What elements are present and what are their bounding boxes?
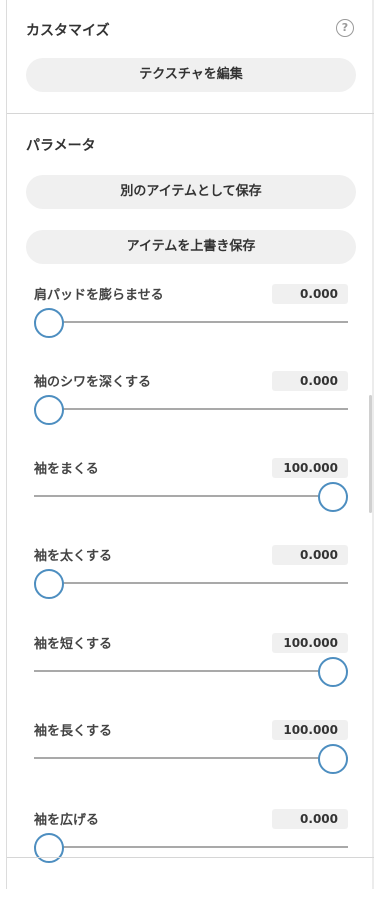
panel-left-border [6,0,7,889]
slider-label: 袖をまくる [34,462,99,477]
slider-value-field[interactable]: 0.000 [272,809,348,829]
slider-handle[interactable] [318,482,348,512]
slider-shoulder-pad: 肩パッドを膨らませる 0.000 [34,284,348,372]
slider-label: 袖のシワを深くする [34,375,152,390]
slider-sleeve-wrinkles: 袖のシワを深くする 0.000 [34,371,348,459]
slider-track[interactable] [34,408,348,410]
slider-track[interactable] [34,670,348,672]
section-divider [7,113,374,114]
slider-label: 袖を長くする [34,724,113,739]
slider-value-field[interactable]: 0.000 [272,371,348,391]
slider-widen-sleeves: 袖を広げる 0.000 [34,809,348,897]
slider-handle[interactable] [34,395,64,425]
section-divider [7,857,374,858]
slider-track[interactable] [34,582,348,584]
slider-value-field[interactable]: 100.000 [272,720,348,740]
slider-shorten-sleeves: 袖を短くする 100.000 [34,633,348,721]
scrollbar-thumb[interactable] [369,395,372,513]
question-circle-icon[interactable]: ? [336,19,354,37]
slider-value-field[interactable]: 100.000 [272,633,348,653]
slider-lengthen-sleeves: 袖を長くする 100.000 [34,720,348,808]
edit-texture-button[interactable]: テクスチャを編集 [26,58,356,92]
slider-label: 袖を短くする [34,637,113,652]
slider-value-field[interactable]: 0.000 [272,545,348,565]
slider-handle[interactable] [34,833,64,863]
slider-handle[interactable] [34,569,64,599]
slider-handle[interactable] [34,308,64,338]
slider-roll-sleeves: 袖をまくる 100.000 [34,458,348,546]
customize-section-title: カスタマイズ [26,23,110,39]
slider-track[interactable] [34,495,348,497]
slider-thicken-sleeves: 袖を太くする 0.000 [34,545,348,633]
slider-track[interactable] [34,321,348,323]
slider-label: 袖を太くする [34,549,113,564]
slider-track[interactable] [34,846,348,848]
slider-value-field[interactable]: 0.000 [272,284,348,304]
slider-track[interactable] [34,757,348,759]
save-as-new-item-button[interactable]: 別のアイテムとして保存 [26,175,356,209]
slider-handle[interactable] [318,657,348,687]
parameters-section-title: パラメータ [26,138,96,154]
slider-value-field[interactable]: 100.000 [272,458,348,478]
slider-label: 袖を広げる [34,813,100,828]
slider-handle[interactable] [318,744,348,774]
slider-label: 肩パッドを膨らませる [34,288,164,303]
overwrite-item-button[interactable]: アイテムを上書き保存 [26,230,356,264]
